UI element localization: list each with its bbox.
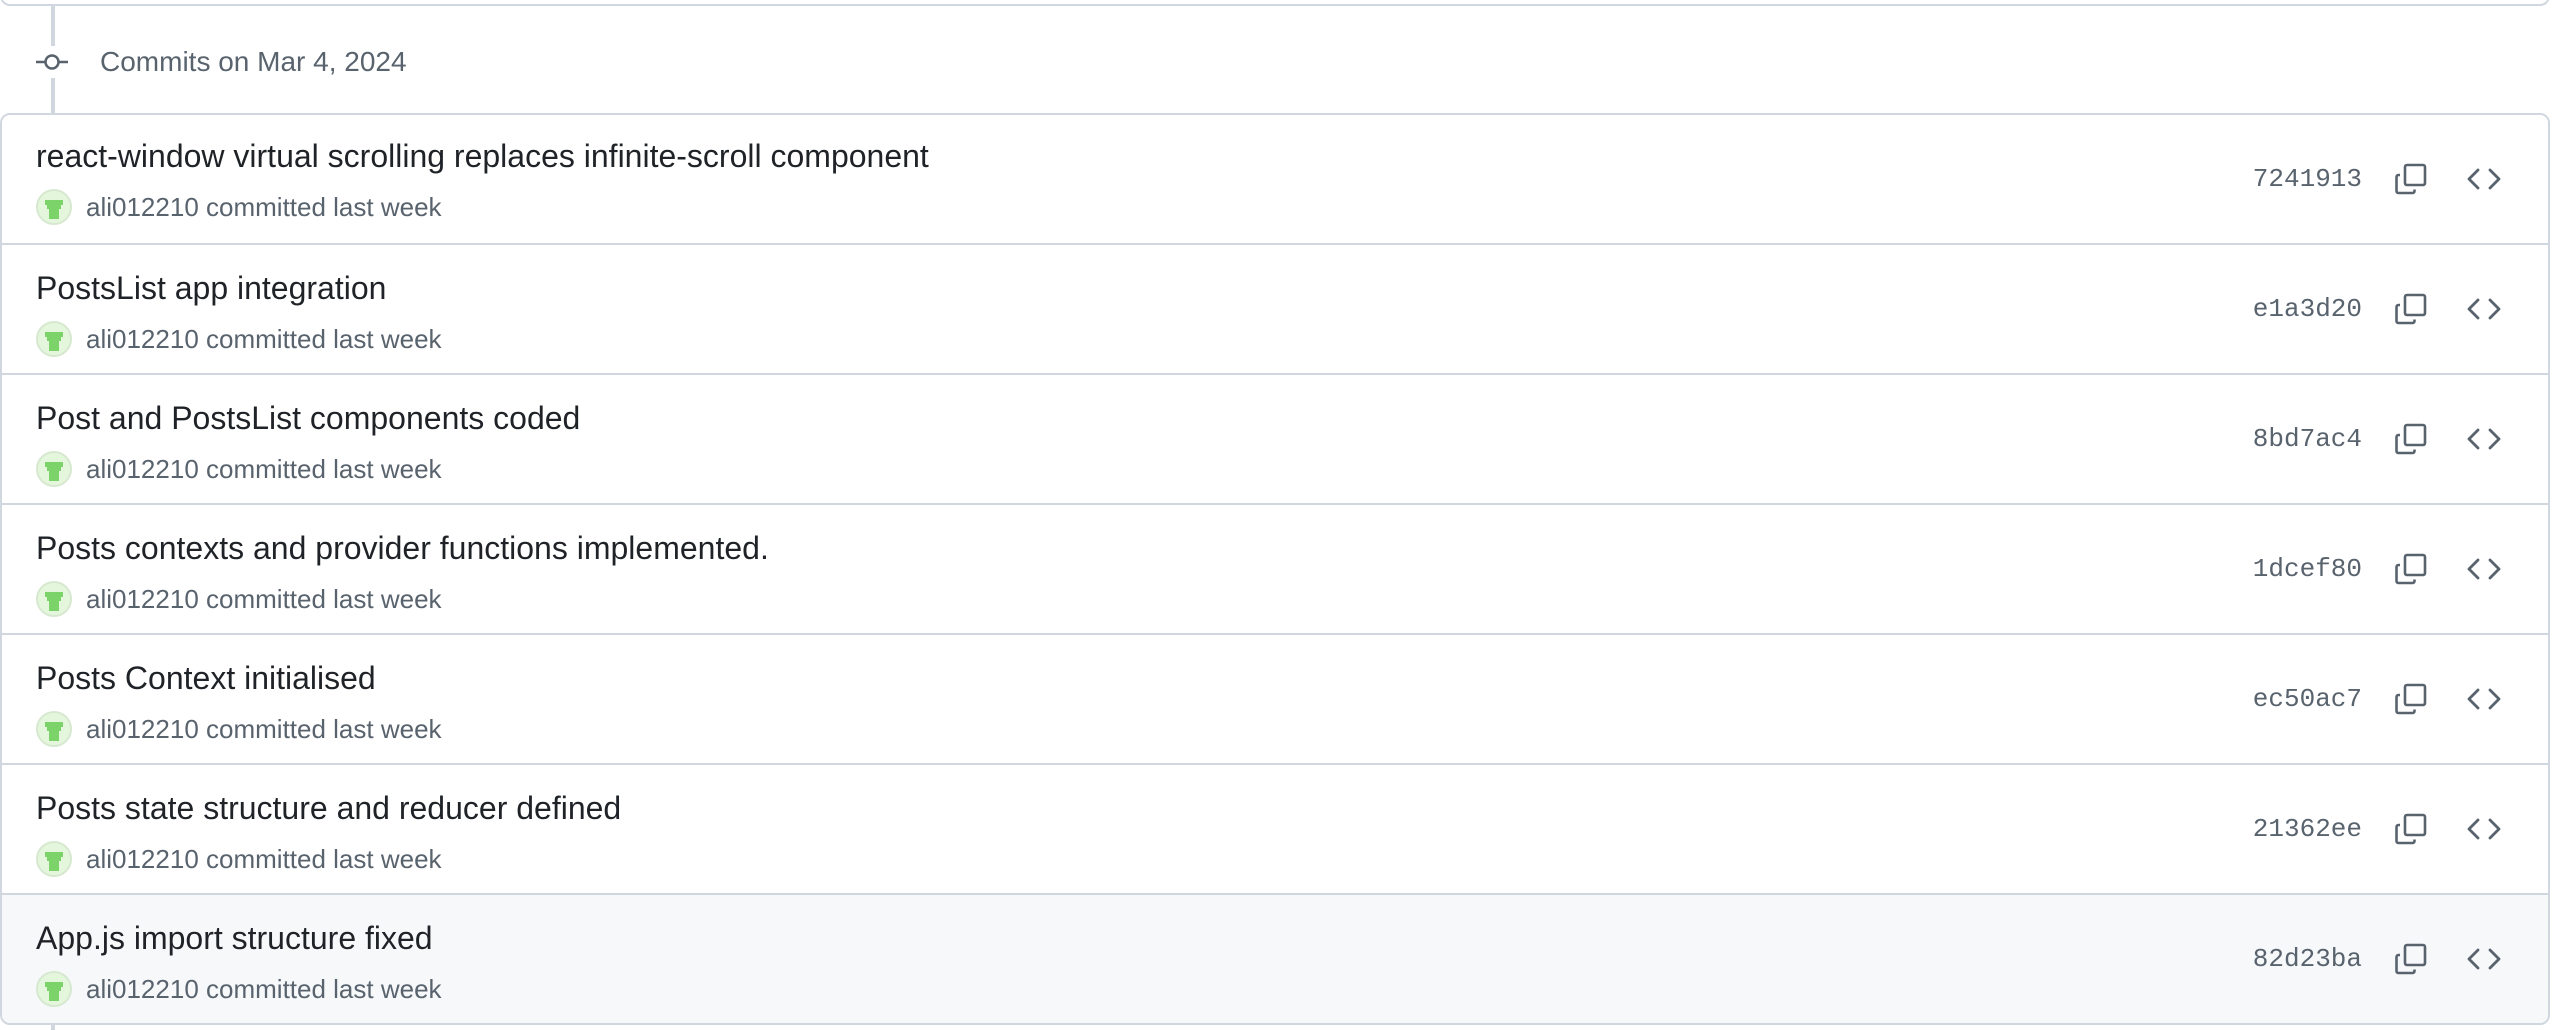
browse-repository-button[interactable] <box>2464 549 2504 589</box>
browse-repository-button[interactable] <box>2464 289 2504 329</box>
commit-author-link[interactable]: ali012210 <box>86 714 199 744</box>
commit-sha-link[interactable]: 21362ee <box>2253 811 2362 847</box>
author-avatar[interactable] <box>36 189 72 225</box>
copy-icon <box>2395 553 2427 585</box>
code-icon <box>2467 558 2501 580</box>
copy-sha-button[interactable] <box>2392 549 2432 589</box>
commit-title-link[interactable]: Post and PostsList components coded <box>36 397 580 439</box>
commit-meta: ali012210 committed last week <box>36 321 442 357</box>
previous-commit-group <box>0 0 2550 6</box>
commit-author-link[interactable]: ali012210 <box>86 584 199 614</box>
commit-title-link[interactable]: Posts Context initialised <box>36 657 376 699</box>
commit-list: react-window virtual scrolling replaces … <box>0 113 2550 1025</box>
browse-repository-button[interactable] <box>2464 419 2504 459</box>
copy-icon <box>2395 683 2427 715</box>
author-avatar[interactable] <box>36 711 72 747</box>
commit-author-link[interactable]: ali012210 <box>86 844 199 874</box>
copy-sha-button[interactable] <box>2392 159 2432 199</box>
commit-history-page: Commits on Mar 4, 2024 react-window virt… <box>0 0 2554 1030</box>
commit-row[interactable]: Post and PostsList components coded ali0… <box>2 373 2548 503</box>
browse-repository-button[interactable] <box>2464 809 2504 849</box>
commit-sha-link[interactable]: e1a3d20 <box>2253 291 2362 327</box>
code-icon <box>2467 688 2501 710</box>
author-avatar[interactable] <box>36 971 72 1007</box>
commit-author-link[interactable]: ali012210 <box>86 974 199 1004</box>
commit-sha-link[interactable]: 7241913 <box>2253 161 2362 197</box>
commit-meta: ali012210 committed last week <box>36 189 442 225</box>
commit-row[interactable]: Posts Context initialised ali012210 comm… <box>2 633 2548 763</box>
commit-action-text: committed last week <box>206 843 442 874</box>
timeline-line-continuation <box>51 1026 55 1030</box>
copy-icon <box>2395 943 2427 975</box>
commit-title-link[interactable]: react-window virtual scrolling replaces … <box>36 135 929 177</box>
commit-group-date: Commits on Mar 4, 2024 <box>100 46 407 77</box>
copy-sha-button[interactable] <box>2392 419 2432 459</box>
commit-row[interactable]: App.js import structure fixed ali012210 … <box>2 893 2548 1023</box>
commit-sha-link[interactable]: 1dcef80 <box>2253 551 2362 587</box>
commit-meta: ali012210 committed last week <box>36 711 442 747</box>
commit-title-link[interactable]: App.js import structure fixed <box>36 917 433 959</box>
commit-title-link[interactable]: PostsList app integration <box>36 267 386 309</box>
commit-author-link[interactable]: ali012210 <box>86 192 199 222</box>
commit-title-link[interactable]: Posts state structure and reducer define… <box>36 787 621 829</box>
commit-row[interactable]: react-window virtual scrolling replaces … <box>2 115 2548 243</box>
copy-sha-button[interactable] <box>2392 809 2432 849</box>
commit-action-text: committed last week <box>206 191 442 222</box>
copy-sha-button[interactable] <box>2392 289 2432 329</box>
browse-repository-button[interactable] <box>2464 939 2504 979</box>
commit-action-text: committed last week <box>206 453 442 484</box>
author-avatar[interactable] <box>36 451 72 487</box>
commit-row[interactable]: PostsList app integration ali012210 comm… <box>2 243 2548 373</box>
commit-action-text: committed last week <box>206 713 442 744</box>
copy-icon <box>2395 813 2427 845</box>
copy-sha-button[interactable] <box>2392 939 2432 979</box>
copy-sha-button[interactable] <box>2392 679 2432 719</box>
commit-author-link[interactable]: ali012210 <box>86 454 199 484</box>
copy-icon <box>2395 163 2427 195</box>
commit-meta: ali012210 committed last week <box>36 841 442 877</box>
commit-action-text: committed last week <box>206 973 442 1004</box>
commit-meta: ali012210 committed last week <box>36 971 442 1007</box>
code-icon <box>2467 298 2501 320</box>
commit-row[interactable]: Posts state structure and reducer define… <box>2 763 2548 893</box>
author-avatar[interactable] <box>36 581 72 617</box>
commit-action-text: committed last week <box>206 323 442 354</box>
commit-author-link[interactable]: ali012210 <box>86 324 199 354</box>
code-icon <box>2467 818 2501 840</box>
author-avatar[interactable] <box>36 321 72 357</box>
commit-action-text: committed last week <box>206 583 442 614</box>
commit-meta: ali012210 committed last week <box>36 451 442 487</box>
copy-icon <box>2395 423 2427 455</box>
author-avatar[interactable] <box>36 841 72 877</box>
commit-sha-link[interactable]: 8bd7ac4 <box>2253 421 2362 457</box>
browse-repository-button[interactable] <box>2464 679 2504 719</box>
browse-repository-button[interactable] <box>2464 159 2504 199</box>
commit-row[interactable]: Posts contexts and provider functions im… <box>2 503 2548 633</box>
copy-icon <box>2395 293 2427 325</box>
commit-sha-link[interactable]: ec50ac7 <box>2253 681 2362 717</box>
commit-title-link[interactable]: Posts contexts and provider functions im… <box>36 527 769 569</box>
code-icon <box>2467 428 2501 450</box>
code-icon <box>2467 168 2501 190</box>
code-icon <box>2467 948 2501 970</box>
commit-meta: ali012210 committed last week <box>36 581 442 617</box>
commit-sha-link[interactable]: 82d23ba <box>2253 941 2362 977</box>
git-commit-icon <box>34 46 70 78</box>
